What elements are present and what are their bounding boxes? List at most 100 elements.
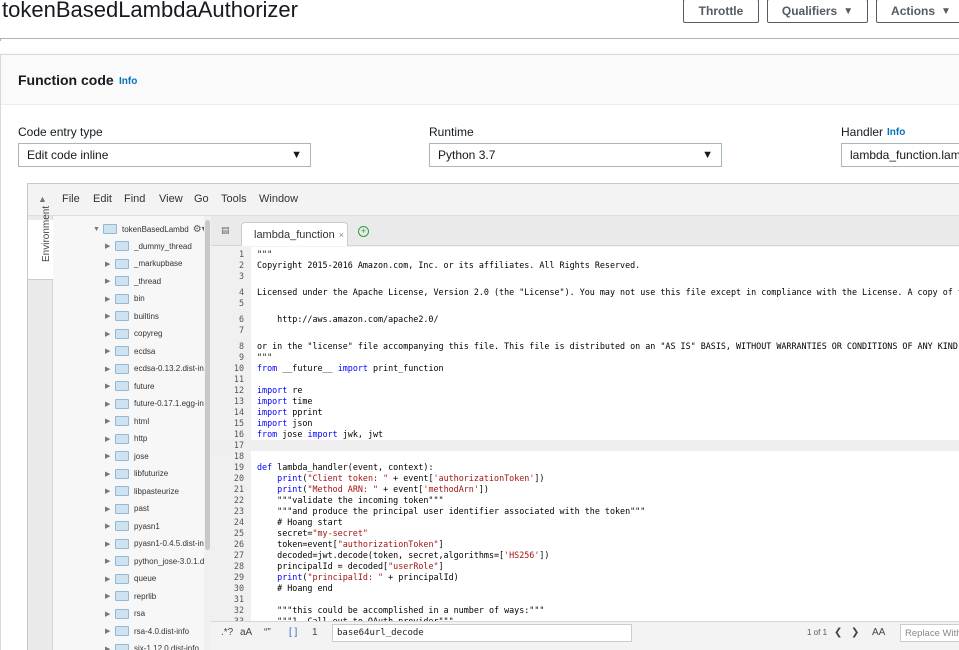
dropdown-arrow-icon: ▼	[702, 149, 713, 161]
close-icon[interactable]: ×	[339, 230, 344, 240]
regex-toggle-icon[interactable]: .*?	[221, 627, 233, 638]
menu-edit[interactable]: Edit	[93, 193, 112, 205]
line-number: 24	[233, 517, 244, 527]
tree-folder[interactable]: ▶ libfuturize	[105, 466, 168, 482]
code-line: 2 Copyright 2015-2016 Amazon.com, Inc. or…	[211, 260, 959, 271]
menu-find[interactable]: Find	[124, 193, 145, 205]
tree-folder[interactable]: ▶ rsa	[105, 606, 145, 622]
environment-tab[interactable]: Environment	[28, 206, 53, 280]
tree-folder[interactable]: ▶ _thread	[105, 273, 161, 289]
tree-folder[interactable]: ▶ pyasn1	[105, 518, 160, 534]
tree-folder[interactable]: ▶ reprlib	[105, 588, 156, 604]
qualifiers-dropdown-button[interactable]: Qualifiers ▼	[767, 0, 868, 23]
collapsed-triangle-icon: ▶	[105, 593, 111, 600]
tree-folder[interactable]: ▶ python_jose-3.0.1.dist-i	[105, 553, 211, 569]
tree-folder[interactable]: ▶ http	[105, 431, 147, 447]
code-line: 20 print("Client token: " + event['autho…	[211, 473, 959, 484]
tree-folder-label: reprlib	[134, 591, 157, 601]
find-next-icon[interactable]: ❯	[851, 627, 859, 638]
tree-folder[interactable]: ▶ copyreg	[105, 326, 162, 342]
throttle-button[interactable]: Throttle	[683, 0, 759, 23]
code-line: 25 secret="my-secret"	[211, 528, 959, 539]
collapsed-triangle-icon: ▶	[105, 365, 111, 373]
tree-folder[interactable]: ▶ queue	[105, 571, 156, 587]
tree-folder[interactable]: ▶ html	[105, 413, 149, 429]
replace-input[interactable]: Replace With	[900, 624, 959, 642]
caret-down-icon: ▼	[843, 5, 854, 17]
tree-folder-label: six-1.12.0.dist-info	[134, 644, 199, 650]
tree-folder[interactable]: ▶ past	[105, 501, 149, 517]
tree-folder[interactable]: ▶ ecdsa	[105, 343, 155, 359]
tree-root[interactable]: ▼ tokenBasedLambd ⚙▾	[93, 221, 207, 237]
function-code-panel: Function code Info Code entry type Edit …	[0, 54, 959, 650]
collapsed-triangle-icon: ▶	[105, 295, 111, 303]
function-code-info-link[interactable]: Info	[119, 76, 137, 87]
collapsed-triangle-icon: ▶	[105, 628, 111, 635]
collapsed-triangle-icon: ▶	[105, 383, 111, 390]
folder-icon	[115, 503, 129, 514]
file-tree-scrollbar[interactable]	[204, 216, 211, 650]
tree-folder[interactable]: ▶ _dummy_thread	[105, 238, 192, 254]
code-text: """	[257, 249, 273, 259]
find-previous-icon[interactable]: ❮	[834, 627, 842, 638]
line-number: 30	[233, 583, 244, 593]
tree-folder[interactable]: ▶ jose	[105, 448, 149, 464]
code-line: 27 decoded=jwt.decode(token, secret,algo…	[211, 550, 959, 561]
collapsed-triangle-icon: ▶	[105, 470, 111, 478]
runtime-select[interactable]: Python 3.7 ▼	[429, 143, 722, 167]
collapse-menu-icon[interactable]: ▲	[38, 194, 47, 204]
add-tab-icon[interactable]: +	[358, 226, 369, 237]
scrollbar-thumb[interactable]	[205, 220, 210, 550]
code-line: 28 principalId = decoded["userRole"]	[211, 561, 959, 572]
menu-view[interactable]: View	[159, 193, 183, 205]
code-text: secret="my-secret"	[257, 528, 368, 538]
tree-folder-label: _dummy_thread	[134, 241, 192, 251]
tree-folder[interactable]: ▶ six-1.12.0.dist-info	[105, 641, 199, 650]
code-text: """validate the incoming token"""	[257, 495, 444, 505]
actions-dropdown-button[interactable]: Actions ▼	[876, 0, 959, 23]
code-text: # Hoang start	[257, 517, 343, 527]
find-input[interactable]: base64url_decode	[332, 624, 632, 642]
code-text: from __future__ import print_function	[257, 363, 444, 373]
handler-input[interactable]: lambda_function.lambda_handler	[841, 143, 959, 167]
tree-folder-label: pyasn1-0.4.5.dist-info	[134, 539, 211, 548]
code-line: 26 token=event["authorizationToken"]	[211, 539, 959, 550]
search-selection-icon[interactable]: 1	[312, 627, 318, 638]
folder-icon	[115, 433, 129, 444]
match-case-icon[interactable]: aA	[240, 627, 252, 638]
menu-go[interactable]: Go	[194, 193, 209, 205]
line-number: 1	[238, 249, 244, 259]
tree-folder[interactable]: ▶ future	[105, 378, 154, 394]
collapsed-triangle-icon: ▶	[105, 645, 111, 650]
code-entry-type-select[interactable]: Edit code inline ▼	[18, 143, 311, 167]
panel-title: Function code	[18, 72, 114, 88]
tab-lambda-function[interactable]: lambda_function ×	[241, 222, 348, 246]
code-line: 15 import json	[211, 418, 959, 429]
handler-value: lambda_function.lambda_handler	[850, 148, 959, 162]
handler-info-link[interactable]: Info	[887, 127, 905, 138]
menu-file[interactable]: File	[62, 193, 80, 205]
tree-folder[interactable]: ▶ libpasteurize	[105, 483, 179, 499]
menu-tools[interactable]: Tools	[221, 193, 247, 205]
code-text: def lambda_handler(event, context):	[257, 462, 434, 472]
whole-word-icon[interactable]: “”	[264, 627, 271, 638]
code-line: 21 print("Method ARN: " + event['methodA…	[211, 484, 959, 495]
code-line: 9 """	[211, 352, 959, 363]
select-all-icon[interactable]: [ ]	[289, 627, 297, 638]
line-number: 17	[233, 440, 244, 450]
tree-folder[interactable]: ▶ ecdsa-0.13.2.dist-info	[105, 361, 211, 377]
line-number: 21	[233, 484, 244, 494]
environment-tab-label: Environment	[41, 205, 52, 262]
whole-match-icon[interactable]: AA	[872, 627, 885, 638]
tab-list-icon[interactable]: ▤	[221, 225, 230, 236]
code-editor[interactable]: 1 """ 2 Copyright 2015-2016 Amazon.com, Inc…	[211, 247, 959, 621]
tree-folder[interactable]: ▶ bin	[105, 291, 145, 307]
tree-folder[interactable]: ▶ builtins	[105, 308, 159, 324]
tree-folder[interactable]: ▶ future-0.17.1.egg-info	[105, 396, 211, 412]
tree-folder[interactable]: ▶ _markupbase	[105, 256, 182, 272]
menu-window[interactable]: Window	[259, 193, 298, 205]
line-number: 13	[233, 396, 244, 406]
tree-folder[interactable]: ▶ pyasn1-0.4.5.dist-info	[105, 536, 211, 552]
folder-icon	[115, 538, 129, 549]
tree-folder[interactable]: ▶ rsa-4.0.dist-info	[105, 623, 189, 639]
